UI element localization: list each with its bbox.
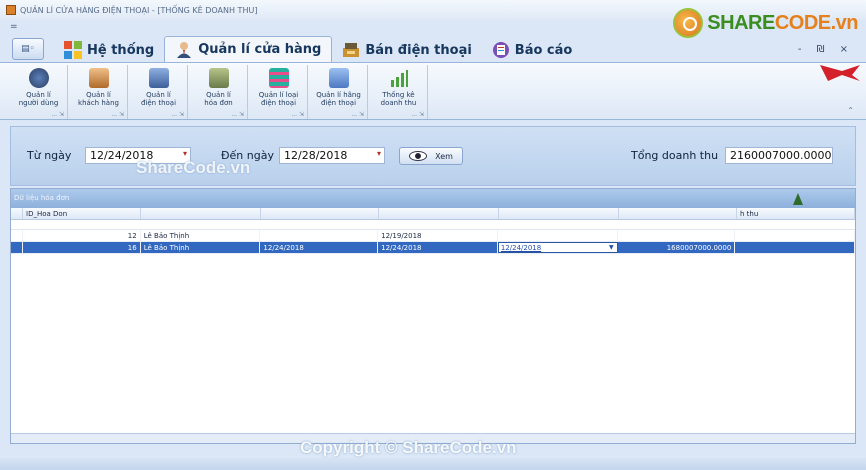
ribbon-label: Quản lí hãng điện thoại [316, 91, 361, 107]
chevron-down-icon[interactable]: ▾ [377, 149, 381, 158]
table-cell[interactable] [618, 230, 736, 241]
total-revenue-field[interactable]: 2160007000.0000 [725, 147, 833, 164]
table-cell[interactable]: 1680007000.0000 [618, 242, 736, 253]
ribbon-label: Quản lí điện thoại [140, 91, 177, 107]
collapse-ribbon-icon[interactable]: ⌃ [847, 106, 854, 115]
phone-type-icon [268, 68, 289, 88]
table-row[interactable]: 12 Lê Bảo Thịnh 12/19/2018 [11, 230, 856, 242]
ribbon-btn-quan-li-nguoi-dung[interactable]: Quản lí người dùng ... ⇲ [10, 65, 68, 119]
date-cell-editor[interactable]: 12/24/2018 ▼ [497, 242, 618, 253]
view-button-label: Xem [435, 151, 453, 161]
sharecode-logo: SHARECODE.vn [673, 8, 859, 38]
mdi-window-controls[interactable]: - ₪ × [798, 44, 854, 55]
status-bar [0, 458, 866, 470]
table-cell[interactable] [735, 242, 856, 253]
grid-header: ID_Hoa Don h thu [11, 208, 855, 220]
table-cell[interactable] [260, 230, 379, 241]
column-header[interactable] [11, 208, 23, 219]
ribbon-bow-icon [820, 65, 860, 81]
column-header[interactable]: h thu [737, 208, 855, 219]
view-button[interactable]: Xem [399, 147, 463, 165]
table-cell[interactable] [498, 230, 618, 241]
tab-label: Báo cáo [514, 42, 573, 58]
chevron-down-icon[interactable]: ▾ [183, 149, 187, 158]
date-cell-value: 12/24/2018 [500, 244, 542, 252]
application-menu-button[interactable]: ▤◦ [12, 38, 44, 60]
column-header[interactable] [499, 208, 619, 219]
group-dialog-launcher[interactable]: ... ⇲ [351, 111, 364, 118]
grid-caption: Dữ liệu hóa đơn [11, 189, 855, 208]
customer-icon [88, 68, 109, 88]
to-date-picker[interactable]: 12/28/2018 ▾ [279, 147, 385, 164]
group-dialog-launcher[interactable]: ... ⇲ [51, 111, 64, 118]
table-cell[interactable]: 12/19/2018 [378, 230, 498, 241]
ribbon-label: Quản lí loại điện thoại [258, 91, 299, 107]
ribbon-btn-quan-li-hang-dien-thoai[interactable]: Quản lí hãng điện thoại ... ⇲ [310, 65, 368, 119]
quick-access-toolbar[interactable]: = [10, 22, 18, 32]
brand-building-icon [328, 68, 349, 88]
group-dialog-launcher[interactable]: ... ⇲ [111, 111, 124, 118]
christmas-tree-icon [793, 193, 803, 205]
group-dialog-launcher[interactable]: ... ⇲ [171, 111, 184, 118]
ribbon-btn-quan-li-khach-hang[interactable]: Quản lí khách hàng ... ⇲ [70, 65, 128, 119]
bar-chart-icon [389, 68, 409, 88]
table-row-selected[interactable]: 16 Lê Bảo Thịnh 12/24/2018 12/24/2018 12… [11, 242, 856, 254]
tab-he-thong[interactable]: Hệ thống [54, 38, 164, 62]
group-dialog-launcher[interactable]: ... ⇲ [231, 111, 244, 118]
tab-bao-cao[interactable]: Báo cáo [482, 38, 583, 62]
ribbon-btn-thong-ke-doanh-thu[interactable]: Thống kê doanh thu ... ⇲ [370, 65, 428, 119]
report-icon [492, 41, 510, 59]
ribbon-btn-quan-li-hoa-don[interactable]: Quản lí hóa đơn ... ⇲ [190, 65, 248, 119]
column-header[interactable] [379, 208, 499, 219]
tab-label: Hệ thống [87, 42, 155, 58]
group-dialog-launcher[interactable]: ... ⇲ [411, 111, 424, 118]
tab-label: Bán điện thoại [365, 42, 472, 58]
table-cell[interactable]: 12/24/2018 [260, 242, 379, 253]
ribbon-label: Quản lí hóa đơn [204, 91, 233, 107]
table-cell[interactable]: 12 [23, 230, 141, 241]
ribbon-btn-quan-li-loai-dien-thoai[interactable]: Quản lí loại điện thoại ... ⇲ [250, 65, 308, 119]
column-header-id-hoa-don[interactable]: ID_Hoa Don [23, 208, 141, 219]
column-header[interactable] [141, 208, 261, 219]
column-header[interactable] [619, 208, 737, 219]
tab-label: Quản lí cửa hàng [198, 42, 322, 57]
grid-filter-row[interactable] [11, 220, 855, 230]
row-indicator [11, 242, 23, 253]
ribbon-label: Quản lí khách hàng [78, 91, 119, 107]
phone-store-icon [148, 68, 169, 88]
ribbon-tabs: ▤◦ Hệ thống Quản lí cửa hàng Bán điện th… [0, 36, 866, 62]
table-cell[interactable]: Lê Bảo Thịnh [141, 230, 261, 241]
user-icon [175, 41, 193, 59]
ribbon-label: Thống kê doanh thu [380, 91, 417, 107]
sharecode-logo-icon [673, 8, 704, 38]
ribbon-btn-quan-li-dien-thoai[interactable]: Quản lí điện thoại ... ⇲ [130, 65, 188, 119]
total-revenue-label: Tổng doanh thu [631, 149, 719, 162]
to-date-value: 12/28/2018 [284, 149, 348, 162]
table-cell[interactable]: 12/24/2018 [378, 242, 498, 253]
watermark-bottom: Copyright © ShareCode.vn [300, 438, 517, 457]
windows-icon [64, 41, 82, 59]
tab-ban-dien-thoai[interactable]: Bán điện thoại [332, 38, 481, 62]
app-icon [6, 5, 16, 15]
invoice-icon [208, 68, 229, 88]
ribbon-panel: Quản lí người dùng ... ⇲ Quản lí khách h… [0, 62, 866, 120]
watermark-top: ShareCode.vn [136, 158, 251, 177]
grid-caption-text: Dữ liệu hóa đơn [14, 194, 70, 202]
group-dialog-launcher[interactable]: ... ⇲ [291, 111, 304, 118]
row-indicator [11, 230, 23, 241]
users-icon [28, 68, 49, 88]
ribbon-label: Quản lí người dùng [18, 91, 59, 107]
cashier-icon [342, 41, 360, 59]
chevron-down-icon[interactable]: ▼ [609, 244, 614, 251]
table-cell[interactable]: Lê Bảo Thịnh [141, 242, 261, 253]
from-date-label: Từ ngày [27, 149, 72, 162]
logo-text: SHARECODE.vn [707, 11, 858, 34]
tab-quan-li-cua-hang[interactable]: Quản lí cửa hàng [164, 36, 333, 62]
invoice-grid: Dữ liệu hóa đơn ID_Hoa Don h thu 12 Lê B… [10, 188, 856, 444]
column-header[interactable] [261, 208, 379, 219]
table-cell[interactable] [735, 230, 856, 241]
table-cell[interactable]: 16 [23, 242, 141, 253]
window-title: QUẢN LÍ CỬA HÀNG ĐIỆN THOẠI - [THỐNG KÊ … [20, 5, 258, 15]
eye-icon [409, 151, 428, 161]
